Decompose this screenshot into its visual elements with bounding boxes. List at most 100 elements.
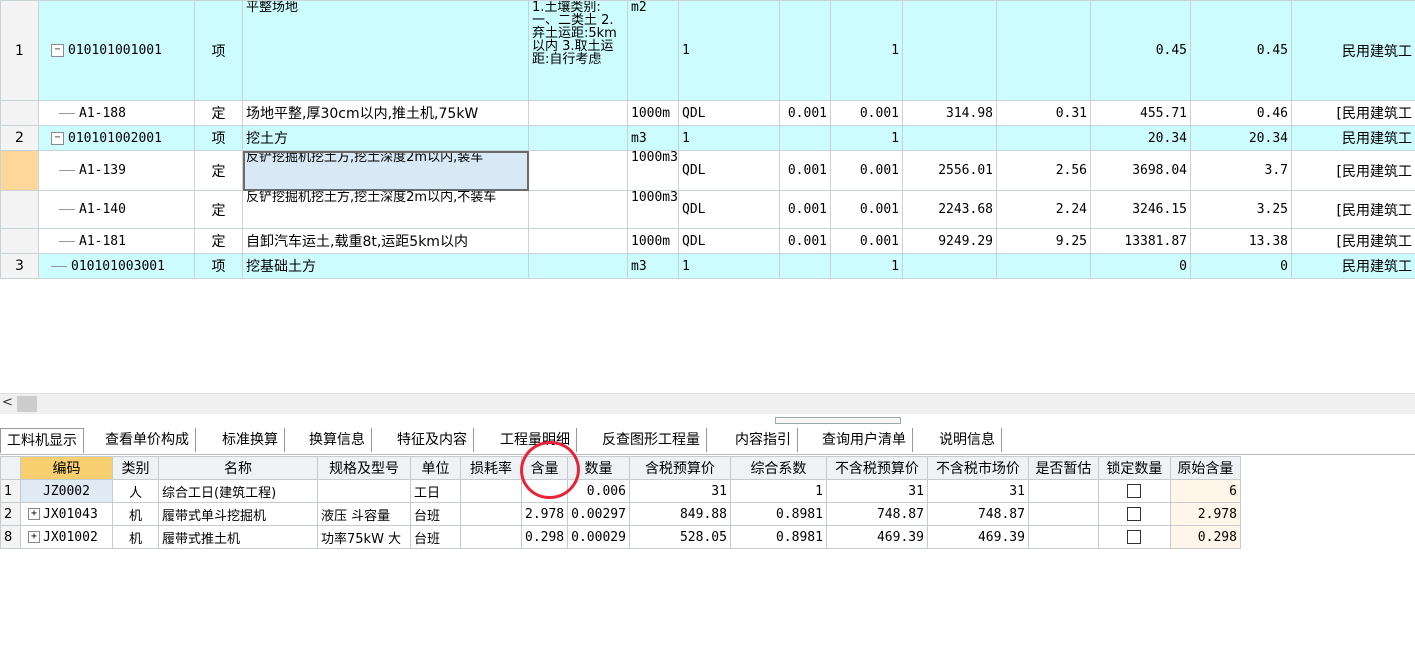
category-cell[interactable]: 定 xyxy=(194,100,243,126)
expression-cell[interactable]: QDL xyxy=(678,190,780,229)
feature-cell[interactable] xyxy=(528,253,628,279)
tab-quantity-detail[interactable]: 工程量明细 xyxy=(494,428,577,452)
expression-cell[interactable]: 1 xyxy=(678,0,780,101)
unit-cell[interactable]: 台班 xyxy=(410,525,461,549)
category-cell[interactable]: 项 xyxy=(194,253,243,279)
unit-price-cell[interactable]: 2556.01 xyxy=(902,150,997,191)
composite-price-cell[interactable]: 0.31 xyxy=(996,100,1091,126)
specialty-cell[interactable]: 民用建筑工 xyxy=(1291,253,1415,279)
row-number[interactable] xyxy=(0,228,39,254)
pane-splitter[interactable] xyxy=(775,417,901,424)
composite-price-cell[interactable]: 2.56 xyxy=(996,150,1091,191)
tab-labor-material-machine[interactable]: 工料机显示 xyxy=(0,428,84,453)
unit-cell[interactable]: 1000m xyxy=(627,228,679,254)
feature-cell[interactable] xyxy=(528,100,628,126)
horizontal-scrollbar[interactable]: < xyxy=(0,393,1415,414)
feature-cell[interactable] xyxy=(528,190,628,229)
loss-rate-cell[interactable] xyxy=(460,525,522,549)
header-quantity[interactable]: 数量 xyxy=(567,456,630,480)
tab-unit-price-composition[interactable]: 查看单价构成 xyxy=(99,428,196,452)
price-with-tax-cell[interactable]: 31 xyxy=(628,479,731,503)
name-cell[interactable]: 反铲挖掘机挖土方,挖土深度2m以内,不装车 xyxy=(242,190,529,229)
original-content-cell[interactable]: 2.978 xyxy=(1169,502,1241,526)
header-content-qty[interactable]: 含量 xyxy=(520,456,569,480)
price-with-tax-cell[interactable]: 528.05 xyxy=(628,525,731,549)
content-cell[interactable]: 0.001 xyxy=(779,150,831,191)
composite-total-cell[interactable]: 3.7 xyxy=(1190,150,1292,191)
content-qty-cell[interactable]: 0.298 xyxy=(520,525,569,549)
tab-reverse-graphic-quantity[interactable]: 反查图形工程量 xyxy=(596,428,707,452)
tab-conversion-info[interactable]: 换算信息 xyxy=(303,428,372,452)
unit-cell[interactable]: 工日 xyxy=(410,479,461,503)
name-cell[interactable]: 平整场地 xyxy=(242,0,529,101)
header-is-estimate[interactable]: 是否暂估 xyxy=(1027,456,1099,480)
quota-row[interactable]: A1-139 定反铲挖掘机挖土方,挖土深度2m以内,装车 1000m3 QDL 0.00… xyxy=(0,150,1415,191)
code-cell[interactable]: A1-139 xyxy=(38,150,195,191)
header-loss-rate[interactable]: 损耗率 xyxy=(460,456,522,480)
loss-rate-cell[interactable] xyxy=(460,479,522,503)
lock-checkbox[interactable] xyxy=(1127,484,1142,498)
tab-description-info[interactable]: 说明信息 xyxy=(933,428,1002,452)
header-original-content[interactable]: 原始含量 xyxy=(1169,456,1241,480)
quantity-cell[interactable]: 0.001 xyxy=(830,190,903,229)
quantity-cell[interactable]: 0.001 xyxy=(830,228,903,254)
unit-cell[interactable]: 1000m3 xyxy=(627,190,679,229)
content-cell[interactable] xyxy=(779,0,831,101)
is-estimate-cell[interactable] xyxy=(1027,525,1099,549)
unit-cell[interactable]: 1000m xyxy=(627,100,679,126)
tab-features-content[interactable]: 特征及内容 xyxy=(391,428,474,452)
row-number[interactable]: 2 xyxy=(0,502,21,526)
resource-row[interactable]: 8 + JX01002 机履带式推土机 功率75kW 大台班 0.298 0.00029 52… xyxy=(0,525,1241,549)
composite-price-cell[interactable] xyxy=(996,0,1091,101)
row-number[interactable]: 1 xyxy=(0,0,39,101)
composite-unit-price-cell[interactable]: 0.45 xyxy=(1090,0,1191,101)
name-cell[interactable]: 挖土方 xyxy=(242,125,529,151)
header-coefficient[interactable]: 综合系数 xyxy=(729,456,827,480)
name-cell[interactable]: 综合工日(建筑工程) xyxy=(158,479,318,503)
quantity-cell[interactable]: 0.001 xyxy=(830,100,903,126)
unit-price-cell[interactable]: 9249.29 xyxy=(902,228,997,254)
header-name[interactable]: 名称 xyxy=(158,456,318,480)
expression-cell[interactable]: QDL xyxy=(678,228,780,254)
lock-quantity-cell[interactable] xyxy=(1097,479,1171,503)
composite-unit-price-cell[interactable]: 3698.04 xyxy=(1090,150,1191,191)
header-price-without-tax[interactable]: 不含税预算价 xyxy=(825,456,928,480)
unit-price-cell[interactable] xyxy=(902,125,997,151)
composite-price-cell[interactable] xyxy=(996,125,1091,151)
code-cell[interactable]: + JX01043 xyxy=(20,502,113,526)
unit-price-cell[interactable]: 314.98 xyxy=(902,100,997,126)
expand-icon[interactable]: + xyxy=(28,531,40,543)
scroll-thumb[interactable] xyxy=(17,396,37,412)
quantity-cell[interactable]: 0.00029 xyxy=(567,525,630,549)
code-cell[interactable]: −010101001001 xyxy=(38,0,195,101)
unit-cell[interactable]: m3 xyxy=(627,125,679,151)
name-cell[interactable]: 履带式单斗挖掘机 xyxy=(158,502,318,526)
quantity-cell[interactable]: 1 xyxy=(830,0,903,101)
feature-cell[interactable] xyxy=(528,125,628,151)
tab-query-user-list[interactable]: 查询用户清单 xyxy=(816,428,913,452)
unit-cell[interactable]: m3 xyxy=(627,253,679,279)
price-without-tax-cell[interactable]: 469.39 xyxy=(825,525,928,549)
is-estimate-cell[interactable] xyxy=(1027,502,1099,526)
category-cell[interactable]: 定 xyxy=(194,228,243,254)
category-cell[interactable]: 定 xyxy=(194,190,243,229)
tab-standard-conversion[interactable]: 标准换算 xyxy=(216,428,285,452)
expression-cell[interactable]: QDL xyxy=(678,150,780,191)
expand-icon[interactable]: + xyxy=(28,508,40,520)
unit-price-cell[interactable] xyxy=(902,253,997,279)
header-price-with-tax[interactable]: 含税预算价 xyxy=(628,456,731,480)
composite-total-cell[interactable]: 13.38 xyxy=(1190,228,1292,254)
composite-price-cell[interactable]: 9.25 xyxy=(996,228,1091,254)
specialty-cell[interactable]: [民用建筑工 xyxy=(1291,150,1415,191)
loss-rate-cell[interactable] xyxy=(460,502,522,526)
spec-cell[interactable] xyxy=(317,479,411,503)
bill-item-row[interactable]: 3 010101003001 项挖基础土方 m3 1 1 0 0 民用建筑工 xyxy=(0,253,1415,279)
market-without-tax-cell[interactable]: 31 xyxy=(926,479,1029,503)
composite-unit-price-cell[interactable]: 0 xyxy=(1090,253,1191,279)
code-cell[interactable]: 010101003001 xyxy=(38,253,195,279)
composite-price-cell[interactable]: 2.24 xyxy=(996,190,1091,229)
resource-row[interactable]: 1 JZ0002 人综合工日(建筑工程) 工日 0.006 31 1 31 31 6 xyxy=(0,479,1241,503)
category-cell[interactable]: 项 xyxy=(194,125,243,151)
resource-grid[interactable]: 编码 类别 名称 规格及型号 单位 损耗率 含量 数量 含税预算价 综合系数 不… xyxy=(0,456,1241,549)
composite-unit-price-cell[interactable]: 3246.15 xyxy=(1090,190,1191,229)
